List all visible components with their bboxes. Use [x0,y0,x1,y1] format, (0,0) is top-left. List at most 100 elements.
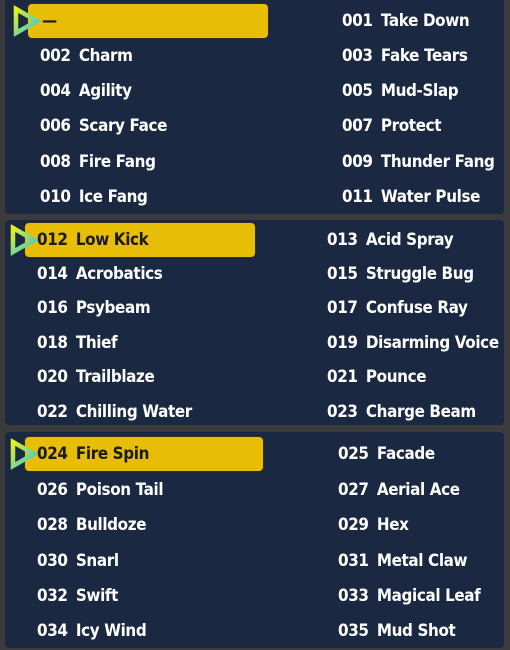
selected-row-highlight[interactable]: — [28,4,268,38]
move-name: Bulldoze [75,515,147,534]
move-item[interactable]: 031 Metal Claw [338,544,468,578]
move-name: — [42,11,57,30]
move-item[interactable]: 005 Mud-Slap [342,74,459,108]
move-name: Water Pulse [380,187,481,206]
tm-list-panel-1: — 002 Charm 004 Agility 006 Scary Face 008 F… [5,0,504,214]
tm-list-panel-3: 024 Fire Spin 026 Poison Tail 028 Bulldoze … [5,432,504,648]
move-name: Icy Wind [75,621,147,640]
move-number: 015 [327,264,358,283]
move-name: Facade [376,444,435,463]
move-name: Aerial Ace [376,480,460,499]
move-name: Confuse Ray [365,298,468,317]
move-name: Psybeam [75,298,151,317]
move-number: 031 [338,551,369,570]
move-item[interactable]: 034 Icy Wind [37,614,147,648]
move-number: 019 [327,333,358,352]
move-number: 012 [37,230,68,249]
move-number: 021 [327,367,358,386]
move-name: Acrobatics [75,264,163,283]
move-number: 010 [40,187,71,206]
move-name: Protect [380,116,442,135]
move-item[interactable]: 032 Swift [37,579,118,613]
move-name: Ice Fang [78,187,148,206]
move-item[interactable]: 007 Protect [342,109,442,143]
move-number: 020 [37,367,68,386]
move-name: Hex [376,515,409,534]
move-name: Scary Face [78,116,168,135]
move-name: Struggle Bug [365,264,474,283]
selected-move[interactable]: 012 Low Kick [37,223,149,257]
move-item[interactable]: 027 Aerial Ace [338,473,460,507]
move-number: 026 [37,480,68,499]
move-name: Fake Tears [380,46,468,65]
move-name: Swift [75,586,119,605]
move-item[interactable]: 023 Charge Beam [327,395,476,429]
move-item[interactable]: 011 Water Pulse [342,180,480,214]
move-name: Metal Claw [376,551,468,570]
triangle-cursor-icon [10,438,38,470]
move-name: Thief [75,333,118,352]
move-name: Charm [78,46,133,65]
move-number: 007 [342,116,373,135]
move-item[interactable]: 006 Scary Face [40,109,167,143]
move-number: 028 [37,515,68,534]
move-item[interactable]: 028 Bulldoze [37,508,147,542]
selected-move[interactable]: 024 Fire Spin [37,437,149,471]
move-item[interactable]: 004 Agility [40,74,132,108]
selected-row-highlight[interactable]: 024 Fire Spin [25,437,263,471]
move-number: 027 [338,480,369,499]
move-item[interactable]: 017 Confuse Ray [327,291,468,325]
move-item[interactable]: 030 Snarl [37,544,119,578]
move-number: 030 [37,551,68,570]
move-name: Acid Spray [365,230,454,249]
move-item[interactable]: 022 Chilling Water [37,395,192,429]
move-number: 014 [37,264,68,283]
move-item[interactable]: 003 Fake Tears [342,39,468,73]
move-number: 005 [342,81,373,100]
selected-row-highlight[interactable]: 012 Low Kick [25,223,255,257]
move-number: 022 [37,402,68,421]
move-number: 017 [327,298,358,317]
move-item[interactable]: 026 Poison Tail [37,473,164,507]
triangle-cursor-icon [10,224,38,256]
move-number: 002 [40,46,71,65]
move-number: 003 [342,46,373,65]
move-number: 008 [40,152,71,171]
move-item[interactable]: 015 Struggle Bug [327,257,474,291]
move-name: Trailblaze [75,367,155,386]
selected-move[interactable]: — [42,4,57,38]
move-item[interactable]: 018 Thief [37,326,118,360]
move-number: 016 [37,298,68,317]
move-name: Fire Spin [75,444,150,463]
move-item[interactable]: 009 Thunder Fang [342,145,495,179]
move-item[interactable]: 008 Fire Fang [40,145,156,179]
move-number: 025 [338,444,369,463]
move-item[interactable]: 013 Acid Spray [327,223,454,257]
move-item[interactable]: 035 Mud Shot [338,614,456,648]
move-number: 035 [338,621,369,640]
move-item[interactable]: 033 Magical Leaf [338,579,481,613]
move-item[interactable]: 020 Trailblaze [37,360,155,394]
move-number: 033 [338,586,369,605]
move-number: 004 [40,81,71,100]
move-item[interactable]: 002 Charm [40,39,133,73]
move-number: 034 [37,621,68,640]
move-item[interactable]: 019 Disarming Voice [327,326,499,360]
move-name: Charge Beam [365,402,476,421]
move-number: 029 [338,515,369,534]
move-name: Fire Fang [78,152,156,171]
move-number: 009 [342,152,373,171]
move-item[interactable]: 001 Take Down [342,4,470,38]
move-item[interactable]: 025 Facade [338,437,435,471]
move-item[interactable]: 029 Hex [338,508,409,542]
move-item[interactable]: 014 Acrobatics [37,257,163,291]
move-item[interactable]: 016 Psybeam [37,291,151,325]
move-item[interactable]: 010 Ice Fang [40,180,148,214]
move-number: 011 [342,187,373,206]
move-item[interactable]: 021 Pounce [327,360,426,394]
move-number: 013 [327,230,358,249]
triangle-cursor-icon [13,5,41,37]
move-name: Magical Leaf [376,586,481,605]
move-number: 023 [327,402,358,421]
move-number: 018 [37,333,68,352]
